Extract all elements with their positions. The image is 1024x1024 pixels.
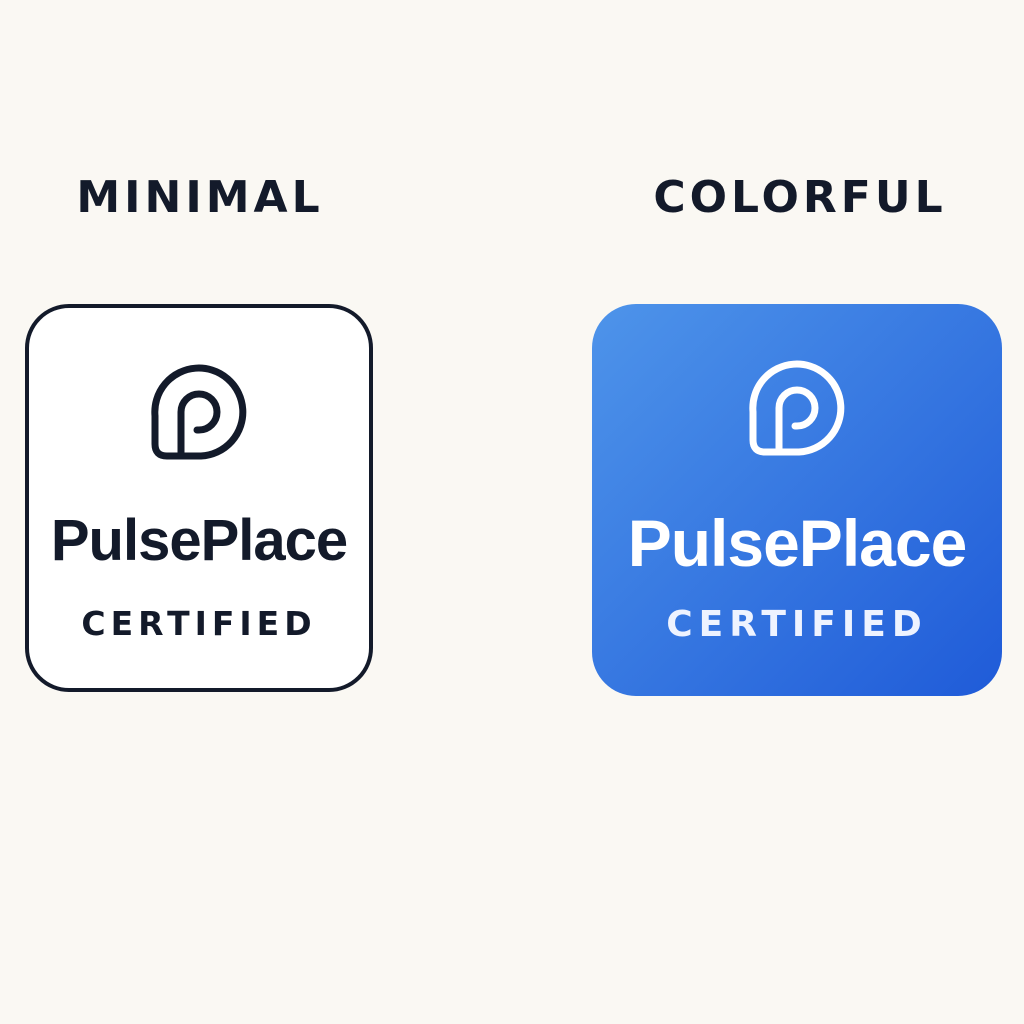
pulseplace-p-icon bbox=[151, 364, 247, 460]
certified-label: CERTIFIED bbox=[666, 604, 928, 645]
certified-label: CERTIFIED bbox=[81, 604, 317, 643]
brand-name: PulsePlace bbox=[627, 506, 968, 580]
pulseplace-p-icon bbox=[749, 360, 845, 456]
minimal-variant-title: MINIMAL bbox=[76, 172, 324, 223]
colorful-variant-title: COLORFUL bbox=[653, 172, 947, 223]
colorful-certified-badge: PulsePlace CERTIFIED bbox=[592, 304, 1002, 696]
brand-name: PulsePlace bbox=[50, 508, 348, 573]
minimal-certified-badge: PulsePlace CERTIFIED bbox=[25, 304, 373, 692]
